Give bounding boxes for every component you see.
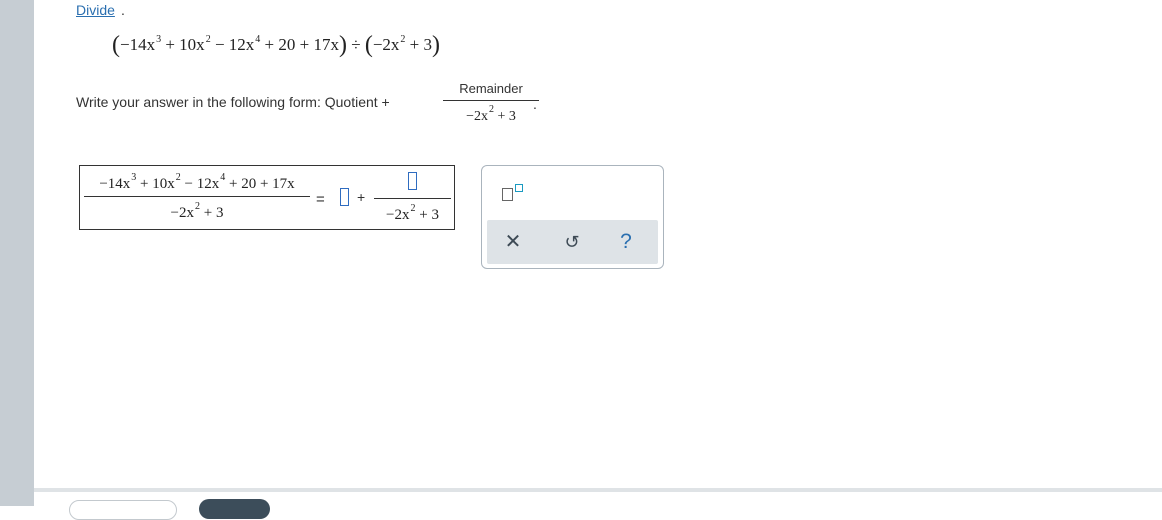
dividend-denominator: −2x2 + 3 [170,201,224,221]
quotient-input[interactable] [340,188,349,206]
fraction-bar [374,198,451,199]
left-sidebar [0,0,34,506]
undo-icon[interactable]: ↺ [552,220,592,264]
form-denominator: −2x2 + 3 [466,104,516,124]
equals-sign: = [316,191,325,208]
dividend-numerator: −14x3 + 10x2 − 12x4 + 20 + 17x [99,172,295,192]
form-fraction: Remainder −2x2 + 3 [443,81,539,125]
footer-button-secondary[interactable] [69,500,177,520]
remainder-denominator: −2x2 + 3 [386,203,439,223]
fraction-template-icon[interactable] [502,182,528,204]
form-period: . [533,96,537,112]
answer-box: −14x3 + 10x2 − 12x4 + 20 + 17x −2x2 + 3 … [79,165,455,230]
fraction-bar [443,100,539,101]
tool-action-bar: ✕ ↺ ? [487,220,658,264]
fraction-bar [84,196,310,197]
remainder-numerator [370,172,455,195]
footer-button-primary[interactable] [199,499,270,519]
math-tool-panel: ✕ ↺ ? [481,165,664,269]
footer-divider [34,488,1162,492]
divide-period: . [121,2,125,18]
dividend-fraction: −14x3 + 10x2 − 12x4 + 20 + 17x −2x2 + 3 [84,172,310,222]
help-icon[interactable]: ? [606,220,646,264]
close-icon[interactable]: ✕ [493,220,533,264]
remainder-input[interactable] [408,172,417,190]
remainder-label: Remainder [459,81,523,96]
plus-sign: + [357,189,366,205]
divide-link[interactable]: Divide [76,2,115,18]
instructions-text: Write your answer in the following form:… [76,94,390,110]
problem-expression: (−14x3 + 10x2 − 12x4 + 20 + 17x) ÷ (−2x2… [112,32,440,58]
main-content: Divide . (−14x3 + 10x2 − 12x4 + 20 + 17x… [34,0,1162,520]
remainder-fraction: −2x2 + 3 [370,172,455,224]
